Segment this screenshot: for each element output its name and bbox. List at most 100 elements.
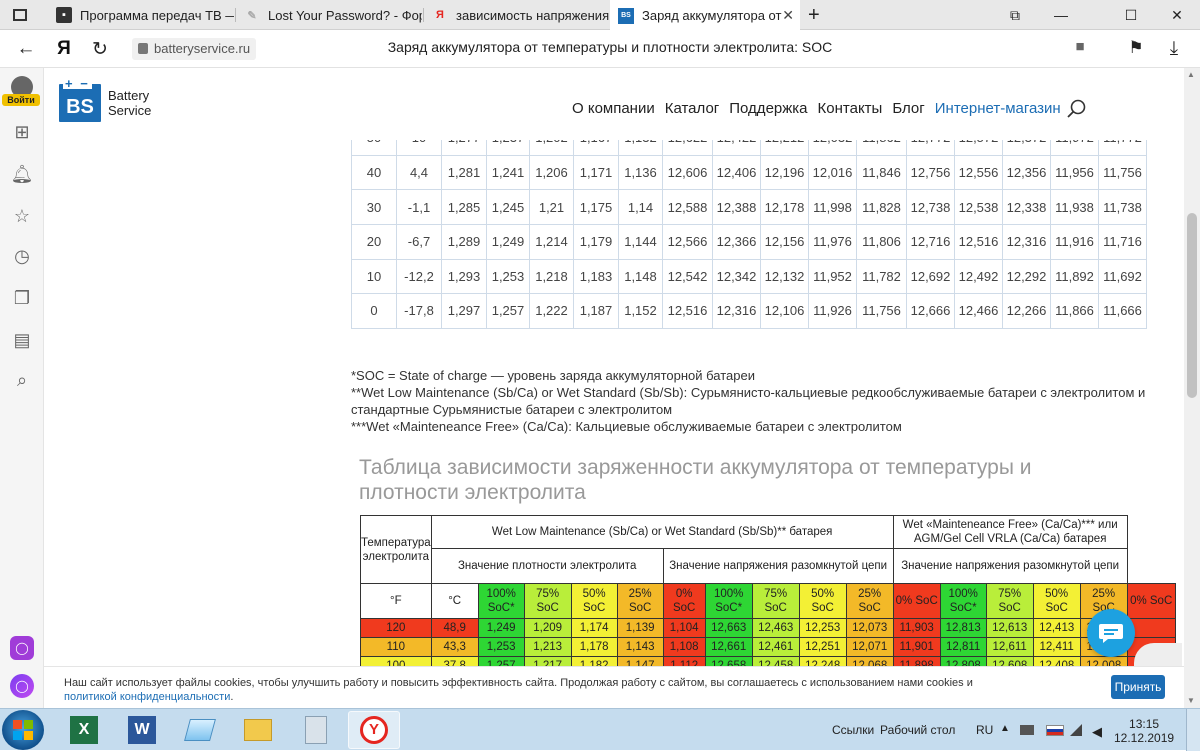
alice-icon[interactable]: ◯ — [10, 674, 34, 698]
table-cell: 1,206 — [529, 154, 574, 191]
table-row: 120 48,9 1,249 1,209 1,174 1,139 1,104 12,663 12… — [360, 618, 1176, 638]
accept-cookies-button[interactable]: Принять — [1111, 675, 1165, 699]
domain-field[interactable]: batteryservice.ru — [132, 38, 257, 60]
table-cell: 12,071 — [845, 637, 894, 657]
close-tab-icon[interactable]: ✕ — [782, 7, 794, 24]
bell-icon[interactable]: 🔔︎ — [10, 162, 34, 186]
table-cell: 1,214 — [529, 223, 574, 260]
browser-sidebar: Войти ⊞ 🔔︎ ☆ ◷ ❐ ▤ ⌕ ◯ ◯ — [0, 68, 44, 708]
language-indicator[interactable]: RU — [976, 723, 993, 737]
flag-icon[interactable] — [1046, 725, 1064, 736]
temp-header: Температура электролита — [360, 515, 432, 584]
login-button[interactable]: Войти — [2, 94, 40, 106]
tabs-menu-button[interactable] — [0, 0, 40, 30]
collections-icon[interactable]: ⧉ — [992, 0, 1038, 30]
scroll-up-icon[interactable]: ▲ — [1187, 70, 1195, 79]
group1-header: Wet Low Maintenance (Sb/Ca) or Wet Stand… — [430, 515, 894, 549]
maximize-button[interactable]: ☐ — [1108, 0, 1154, 30]
nav-catalog[interactable]: Каталог — [665, 100, 720, 117]
links-toolbar[interactable]: Ссылки — [832, 723, 874, 737]
search-screen-icon[interactable]: ⌕ — [10, 368, 34, 392]
collections-sidebar-icon[interactable]: ❐ — [10, 286, 34, 310]
table-cell: 48,9 — [430, 618, 479, 638]
scrollbar-thumb[interactable] — [1187, 213, 1197, 398]
table-cell: 11,926 — [808, 293, 857, 329]
nav-about[interactable]: О компании — [572, 100, 655, 117]
soc-header-cell: 50% SoC — [570, 583, 618, 619]
new-tab-button[interactable]: + — [800, 0, 824, 30]
table-cell: 1,174 — [570, 618, 618, 638]
browser-tab-bar: ▪ Программа передач ТВ — ✎ Lost Your Pas… — [0, 0, 1200, 31]
table-cell: 1,21 — [529, 189, 574, 225]
site-logo[interactable]: BS BatteryService — [59, 79, 151, 122]
table-cell: 1,289 — [441, 223, 487, 260]
privacy-link[interactable]: политикой конфиденциальности — [64, 691, 230, 703]
table-cell: 12,811 — [939, 637, 987, 657]
chat-button[interactable] — [1087, 609, 1135, 657]
desktop-toolbar[interactable]: Рабочий стол — [880, 723, 955, 737]
explorer-taskbar-icon[interactable] — [232, 711, 284, 749]
network-icon[interactable] — [1070, 724, 1082, 736]
table-cell: 1,108 — [662, 637, 706, 657]
minimize-button[interactable]: — — [1038, 0, 1084, 30]
protect-icon[interactable]: ⚑ — [1124, 38, 1148, 58]
history-icon[interactable]: ◷ — [10, 244, 34, 268]
tab-battery-active[interactable]: BS Заряд аккумулятора от ✕ — [610, 0, 800, 31]
bs-icon: BS — [618, 7, 634, 24]
yandex-home-icon[interactable]: Я — [52, 38, 76, 60]
tab-search[interactable]: Я зависимость напряжения — [424, 0, 610, 30]
tab-title: зависимость напряжения — [456, 7, 610, 23]
nav-contacts[interactable]: Контакты — [818, 100, 883, 117]
nav-shop[interactable]: Интернет-магазин — [935, 100, 1061, 117]
table-cell: 12,466 — [954, 293, 1003, 329]
clock[interactable]: 13:15 12.12.2019 — [1114, 717, 1174, 745]
table-cell: 11,901 — [892, 637, 941, 657]
nav-blog[interactable]: Блог — [892, 100, 924, 117]
section-heading: Таблица зависимости заряженности аккумул… — [359, 456, 1032, 504]
table-cell: 1,245 — [486, 189, 530, 225]
table-cell: 1,241 — [486, 154, 530, 191]
table-cell: 12,251 — [798, 637, 847, 657]
site-header: BS BatteryService О компании Каталог Под… — [44, 68, 1184, 140]
close-window-button[interactable]: ✕ — [1154, 0, 1200, 30]
table-cell: 12,366 — [712, 223, 761, 260]
table-cell: -12,2 — [396, 258, 442, 295]
tray-arrow-icon[interactable]: ▲ — [1000, 723, 1010, 734]
calculator-taskbar-icon[interactable] — [290, 711, 342, 749]
table-cell: 1,293 — [441, 258, 487, 295]
start-button[interactable] — [2, 710, 44, 750]
tab-tv[interactable]: ▪ Программа передач ТВ — — [48, 0, 234, 30]
messenger-icon[interactable]: ◯ — [10, 636, 34, 660]
clock-time: 13:15 — [1129, 717, 1160, 731]
soc-header-cell: 75% SoC — [985, 583, 1034, 619]
table-cell: 12,411 — [1032, 637, 1081, 657]
table-cell: 12,316 — [1002, 223, 1051, 260]
back-icon[interactable]: ← — [14, 38, 38, 60]
table-cell: 11,976 — [808, 223, 857, 260]
density-header: Значение плотности электролита — [430, 548, 664, 584]
page-scrollbar[interactable]: ▲ ▼ — [1184, 68, 1200, 708]
volume-icon[interactable]: ◀ — [1092, 724, 1102, 740]
bookmark-icon[interactable]: ■ — [1068, 38, 1092, 55]
table-cell: 11,692 — [1098, 258, 1147, 295]
excel-taskbar-icon[interactable]: X — [58, 711, 110, 749]
table-cell: 1,104 — [662, 618, 706, 638]
reload-icon[interactable]: ↻ — [88, 38, 112, 61]
group2-header: Wet «Mainteneance Free» (Ca/Ca)*** или A… — [892, 515, 1128, 549]
table-row: 110 43,3 1,253 1,213 1,178 1,143 1,108 12,661 12… — [360, 637, 1176, 657]
scroll-down-icon[interactable]: ▼ — [1187, 696, 1195, 705]
table-cell: -6,7 — [396, 223, 442, 260]
show-desktop-button[interactable] — [1186, 709, 1200, 751]
page-title[interactable]: Заряд аккумулятора от температуры и плот… — [300, 39, 920, 55]
notes-taskbar-icon[interactable] — [174, 711, 226, 749]
word-taskbar-icon[interactable]: W — [116, 711, 168, 749]
star-icon[interactable]: ☆ — [10, 204, 34, 228]
yandex-browser-taskbar-icon[interactable]: Y — [348, 711, 400, 749]
download-icon[interactable]: ⤓ — [1162, 38, 1186, 60]
notes-icon[interactable]: ▤ — [10, 328, 34, 352]
nav-support[interactable]: Поддержка — [729, 100, 807, 117]
tab-password[interactable]: ✎ Lost Your Password? - Фор — [236, 0, 422, 30]
apps-grid-icon[interactable]: ⊞ — [10, 120, 34, 144]
table-cell: 12,613 — [985, 618, 1034, 638]
search-icon[interactable] — [1066, 98, 1088, 120]
